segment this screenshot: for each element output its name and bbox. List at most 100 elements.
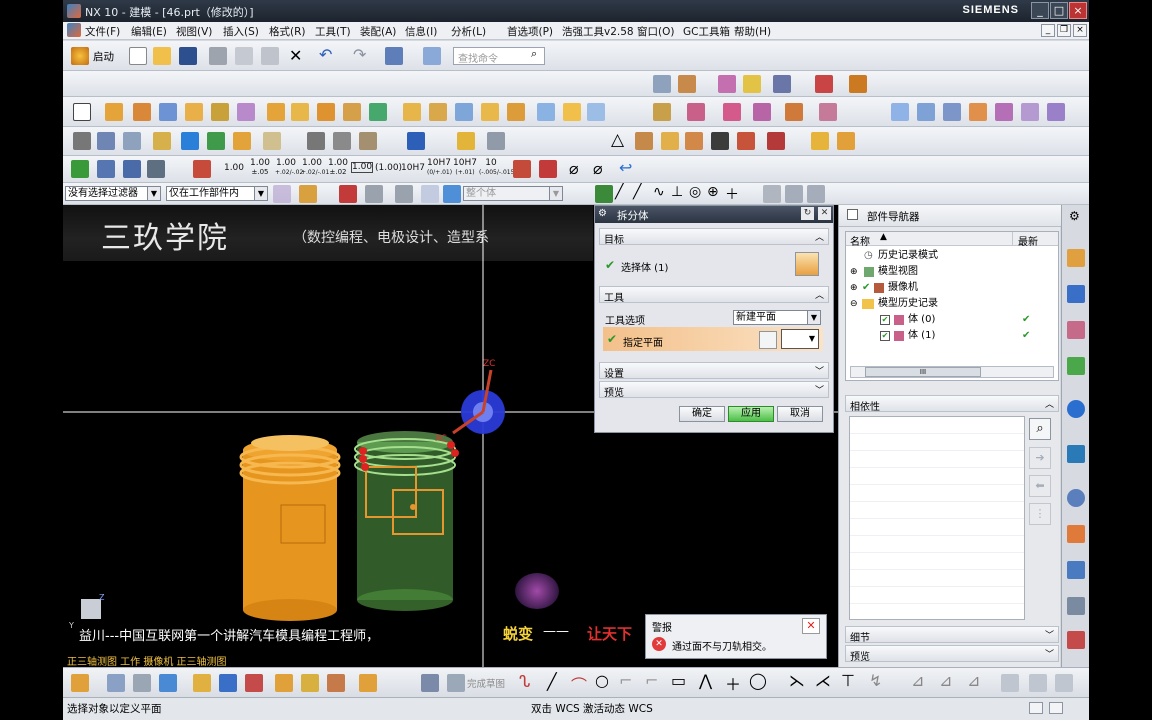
weld-symbol-icon[interactable]	[487, 132, 505, 150]
select-body-label[interactable]: 选择体 (1)	[621, 259, 668, 274]
menu-gc-toolkit[interactable]: GC工具箱	[683, 24, 730, 39]
fcf-icon[interactable]	[711, 132, 729, 150]
command-finder-icon[interactable]	[423, 47, 441, 65]
part-navigator-icon[interactable]	[1067, 321, 1085, 339]
snap-mid-icon[interactable]: ╱	[633, 184, 641, 200]
resize-icon[interactable]	[785, 103, 803, 121]
menu-edit[interactable]: 编辑(E)	[131, 24, 167, 39]
snap-grid-icon[interactable]	[785, 185, 803, 203]
select-body-button[interactable]	[795, 252, 819, 276]
target-collapse-icon[interactable]: ︿	[815, 230, 824, 243]
dialog-reset-icon[interactable]: ↻	[801, 207, 814, 220]
settings-expand-icon[interactable]: ﹀	[815, 364, 824, 377]
finish-sketch-icon[interactable]	[447, 674, 465, 692]
history-icon[interactable]	[1067, 445, 1085, 463]
profile-icon[interactable]: ᔐ	[519, 672, 530, 691]
window-icon[interactable]	[385, 47, 403, 65]
move-to-layer-icon[interactable]	[123, 132, 141, 150]
settings-section-header[interactable]: 设置 ﹀	[599, 362, 829, 380]
menu-info[interactable]: 信息(I)	[405, 24, 437, 39]
dim-nominal[interactable]: 1.00	[223, 164, 245, 173]
dim-reference[interactable]: (1.00)	[375, 164, 402, 173]
dependencies-header[interactable]: 相依性 ︿	[845, 395, 1059, 413]
check-mate-icon[interactable]	[71, 160, 89, 178]
mesh-icon[interactable]	[563, 103, 581, 121]
wcs-icon[interactable]	[718, 75, 736, 93]
dim-fit-tol[interactable]: 10H7 (0/+.01)	[427, 159, 452, 177]
doc-restore-button[interactable]: ❐	[1057, 24, 1071, 37]
polygon-icon[interactable]: ⋀	[699, 671, 712, 690]
trim-body-icon[interactable]	[369, 103, 387, 121]
menu-insert[interactable]: 插入(S)	[223, 24, 259, 39]
save-icon[interactable]	[179, 47, 197, 65]
balloon-icon[interactable]	[737, 132, 755, 150]
pattern-icon[interactable]	[317, 103, 335, 121]
dim-basic[interactable]: 1.00	[351, 162, 373, 173]
draft-icon[interactable]	[481, 103, 499, 121]
tree-hscrollbar[interactable]: III	[850, 366, 1054, 378]
dim-limit[interactable]: 1.00 ±.02	[327, 159, 349, 177]
sphere-icon[interactable]	[237, 103, 255, 121]
close-button[interactable]: ×	[1069, 2, 1087, 19]
snap-line-icon[interactable]: ╱	[615, 184, 623, 200]
sketch-mirror-icon[interactable]	[275, 674, 293, 692]
quick-trim-icon[interactable]: ⊿	[939, 671, 952, 690]
alert-close-button[interactable]: ✕	[802, 618, 820, 634]
arrow-back-icon[interactable]: ↩	[619, 158, 632, 177]
finish-sketch-label[interactable]: 完成草图	[467, 676, 505, 690]
scrollbar-thumb[interactable]: III	[865, 367, 981, 377]
navigator-pin-icon[interactable]	[847, 209, 858, 220]
menu-file[interactable]: 文件(F)	[85, 24, 120, 39]
ordinate-dim-icon[interactable]	[359, 132, 377, 150]
web-browser-icon[interactable]	[1067, 400, 1085, 418]
sketch-settings-icon[interactable]	[71, 674, 89, 692]
linear-dim-icon[interactable]	[333, 132, 351, 150]
hole-icon[interactable]	[267, 103, 285, 121]
dependencies-list[interactable]	[849, 416, 1025, 620]
shell-icon[interactable]	[455, 103, 473, 121]
component-icon[interactable]	[837, 132, 855, 150]
snap-face-icon[interactable]	[807, 185, 825, 203]
pmi-icon[interactable]	[263, 132, 281, 150]
tree-row-body-1[interactable]: ✔ 体 (1) ✔	[846, 328, 1060, 344]
type-filter-select[interactable]: 没有选择过滤器 ▼	[65, 186, 161, 201]
extend-icon[interactable]: ⋌	[815, 671, 831, 690]
system-materials-icon[interactable]	[1067, 525, 1085, 543]
magnifier-icon[interactable]: ⌕	[1029, 418, 1051, 440]
solid-body-icon[interactable]	[443, 185, 461, 203]
sketch-icon[interactable]	[73, 103, 91, 121]
fillet-icon[interactable]: ⌐	[619, 671, 632, 690]
block-icon[interactable]	[159, 103, 177, 121]
roles-icon[interactable]	[1067, 597, 1085, 615]
expand-icon[interactable]: ⊕	[850, 264, 858, 280]
menu-haoqiang-tools[interactable]: 浩强工具v2.58	[562, 24, 634, 39]
check-tree-icon[interactable]	[123, 160, 141, 178]
redo-icon[interactable]: ↷	[353, 45, 366, 64]
dependencies-collapse-icon[interactable]: ︿	[1045, 397, 1054, 410]
delete-icon[interactable]: ✕	[289, 46, 302, 65]
dim-style-icon[interactable]	[193, 160, 211, 178]
menu-analysis[interactable]: 分析(L)	[451, 24, 486, 39]
dialog-close-icon[interactable]: ✕	[818, 207, 831, 220]
cylinder-icon[interactable]	[185, 103, 203, 121]
details-expand-icon[interactable]: ﹀	[1045, 628, 1054, 641]
snap-point-icon[interactable]	[763, 185, 781, 203]
hole-callout-icon[interactable]	[767, 132, 785, 150]
snap-cross-icon[interactable]: ⊕	[707, 184, 719, 200]
extrude-icon[interactable]	[105, 103, 123, 121]
corner-icon[interactable]: ⊤	[841, 671, 855, 690]
apply-button[interactable]: 应用	[728, 406, 774, 422]
status-window-icon[interactable]	[1029, 702, 1043, 714]
note-icon[interactable]	[407, 132, 425, 150]
diameter-icon[interactable]: ⌀	[569, 159, 579, 178]
model-check-icon[interactable]	[97, 160, 115, 178]
fix-icon[interactable]: ⊿	[967, 671, 980, 690]
transition-icon[interactable]	[995, 103, 1013, 121]
object-display-icon[interactable]	[153, 132, 171, 150]
move-face-icon[interactable]	[687, 103, 705, 121]
edge-blend-icon[interactable]	[403, 103, 421, 121]
select-all-icon[interactable]	[299, 185, 317, 203]
relations-icon[interactable]	[1055, 674, 1073, 692]
minimize-button[interactable]: _	[1031, 2, 1049, 19]
sketch-orient-icon[interactable]	[133, 674, 151, 692]
